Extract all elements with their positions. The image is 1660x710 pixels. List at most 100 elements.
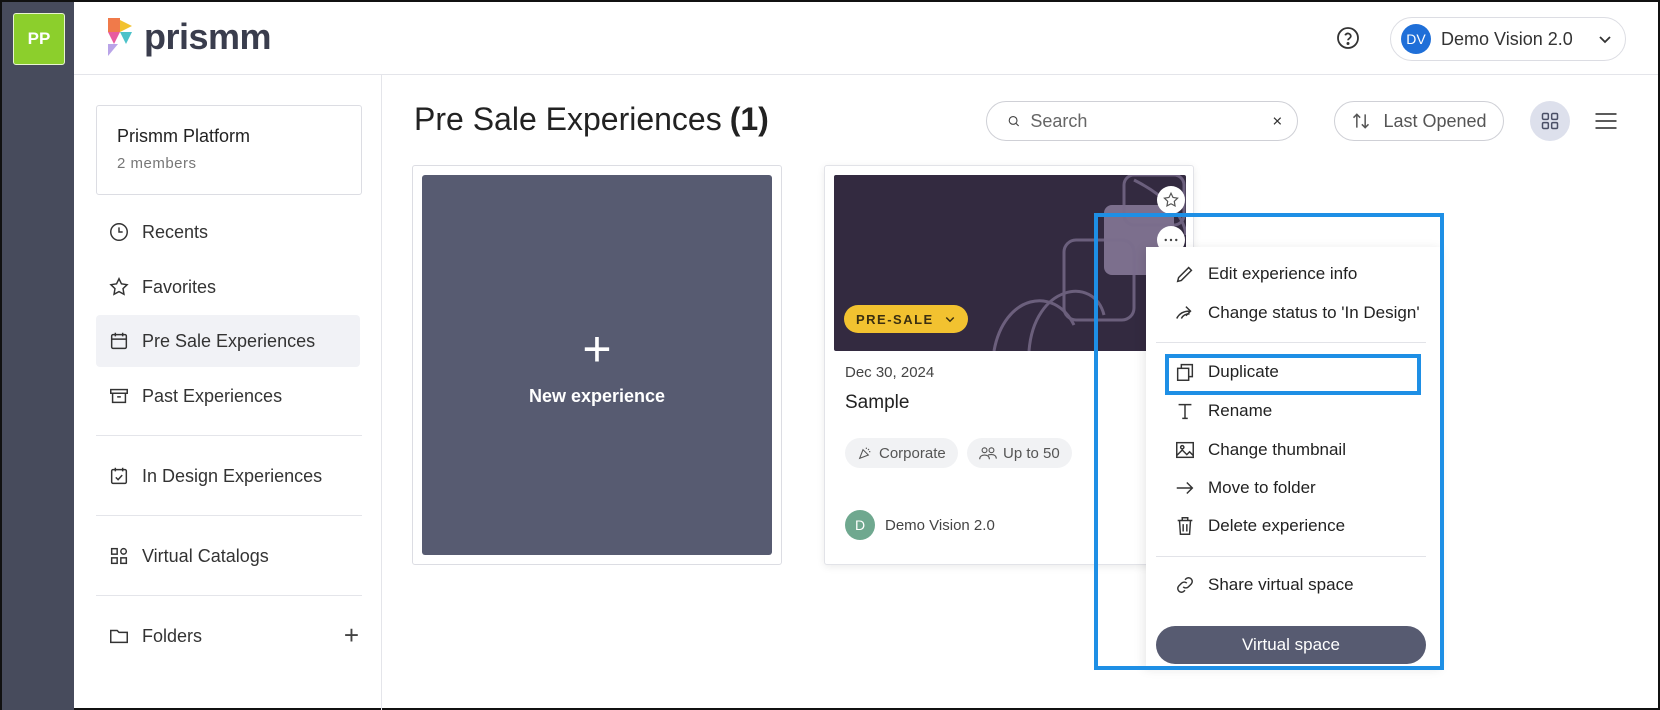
share-arrow-icon [1176, 306, 1192, 319]
menu-item-label: Change status to 'In Design' [1208, 303, 1420, 322]
new-experience-label: New experience [528, 385, 666, 406]
user-avatar: DV [1401, 24, 1431, 54]
add-folder-icon[interactable]: + [344, 620, 359, 651]
grid-shapes-icon [110, 547, 128, 565]
menu-item-rename[interactable]: Rename [1146, 392, 1442, 430]
menu-item-label: Move to folder [1208, 478, 1316, 497]
tag-capacity: Up to 50 [967, 438, 1072, 468]
user-name: Demo Vision 2.0 [1441, 28, 1573, 49]
sidebar-item-favorites[interactable]: Favorites [96, 261, 360, 313]
org-members: 2 members [117, 155, 197, 172]
copy-icon [1176, 363, 1194, 381]
sidebar-item-recents[interactable]: Recents [96, 206, 360, 258]
main-content: Pre Sale Experiences(1) Last Opened + Ne… [382, 75, 1658, 710]
sidebar-item-virtual-catalogs[interactable]: Virtual Catalogs [96, 530, 360, 582]
menu-item-edit-info[interactable]: Edit experience info [1146, 255, 1442, 293]
grid-view-icon [1541, 112, 1559, 130]
star-icon [109, 277, 129, 296]
sidebar-item-label: Recents [142, 221, 209, 242]
calendar-check-icon [110, 467, 128, 485]
menu-item-share[interactable]: Share virtual space [1146, 566, 1442, 604]
workspace-badge[interactable]: PP [13, 13, 65, 65]
chevron-down-icon [1599, 36, 1611, 44]
experience-count: (1) [729, 101, 769, 137]
status-dropdown[interactable]: PRE-SALE [844, 305, 968, 333]
close-icon[interactable] [1272, 113, 1283, 129]
menu-divider [1156, 556, 1426, 557]
folder-icon [110, 629, 128, 644]
org-name: Prismm Platform [117, 126, 251, 146]
calendar-icon [110, 332, 128, 350]
help-icon[interactable] [1336, 26, 1360, 50]
page-title-text: Pre Sale Experiences [414, 101, 722, 137]
sidebar-item-label: In Design Experiences [142, 465, 323, 486]
workspace-rail: PP [2, 2, 74, 710]
menu-item-move-to-folder[interactable]: Move to folder [1146, 469, 1442, 507]
search-icon [1008, 116, 1020, 127]
menu-item-delete[interactable]: Delete experience [1146, 507, 1442, 545]
chevron-down-icon [945, 316, 955, 323]
sidebar-item-label: Favorites [142, 276, 217, 297]
sidebar-item-in-design[interactable]: In Design Experiences [96, 450, 360, 502]
menu-item-label: Edit experience info [1208, 264, 1358, 283]
sort-label: Last Opened [1383, 110, 1487, 131]
menu-item-label: Rename [1208, 401, 1273, 420]
tag-label: Up to 50 [1003, 444, 1060, 462]
experience-context-menu: Edit experience info Change status to 'I… [1146, 247, 1442, 667]
grid-view-button[interactable] [1530, 101, 1570, 141]
menu-item-change-thumbnail[interactable]: Change thumbnail [1146, 431, 1442, 469]
sidebar: Prismm Platform 2 members Recents Favori… [74, 75, 382, 710]
plus-icon: + [582, 320, 612, 377]
sidebar-divider [96, 515, 362, 516]
owner-name: Demo Vision 2.0 [885, 516, 995, 534]
party-popper-icon [858, 447, 871, 460]
new-experience-card[interactable]: + New experience [412, 165, 782, 565]
sidebar-item-label: Past Experiences [142, 385, 283, 406]
virtual-space-button[interactable]: Virtual space [1156, 626, 1426, 664]
archive-icon [110, 388, 128, 404]
menu-divider [1156, 342, 1426, 343]
user-menu-button[interactable]: DV Demo Vision 2.0 [1390, 17, 1626, 61]
experience-name: Sample [845, 392, 910, 413]
image-icon [1176, 441, 1194, 459]
status-label: PRE-SALE [856, 311, 934, 327]
experience-owner: D Demo Vision 2.0 [845, 510, 995, 540]
sidebar-divider [96, 595, 362, 596]
sidebar-divider [96, 435, 362, 436]
tag-label: Corporate [879, 444, 946, 462]
logo[interactable]: prismm [104, 16, 272, 58]
experience-card[interactable]: PRE-SALE Dec 30, 2024 Sample Corporate U… [824, 165, 1194, 565]
list-view-icon[interactable] [1592, 107, 1620, 135]
logo-text: prismm [144, 16, 272, 57]
page-title: Pre Sale Experiences (1) [414, 101, 769, 138]
sort-button[interactable]: Last Opened [1334, 101, 1504, 141]
search-box [986, 101, 1298, 141]
sidebar-item-pre-sale[interactable]: Pre Sale Experiences [96, 315, 360, 367]
menu-item-change-status[interactable]: Change status to 'In Design' [1146, 294, 1442, 332]
pencil-icon [1176, 266, 1193, 283]
favorite-button[interactable] [1157, 186, 1185, 214]
sidebar-item-label: Pre Sale Experiences [142, 330, 316, 351]
trash-icon [1177, 517, 1193, 535]
sidebar-item-past[interactable]: Past Experiences [96, 370, 360, 422]
arrow-right-icon [1176, 481, 1194, 495]
search-input[interactable] [1030, 110, 1263, 132]
clock-icon [110, 223, 128, 241]
prismm-logo-icon [108, 18, 132, 56]
text-icon [1178, 403, 1192, 420]
users-icon [979, 447, 997, 460]
top-bar: prismm DV Demo Vision 2.0 [74, 2, 1658, 75]
sidebar-item-label: Virtual Catalogs [142, 545, 269, 566]
new-experience-tile: + New experience [422, 175, 772, 555]
sidebar-item-folders[interactable]: Folders [96, 610, 360, 662]
menu-item-label: Change thumbnail [1208, 440, 1346, 459]
tag-corporate: Corporate [845, 438, 958, 468]
star-icon [1163, 191, 1179, 208]
menu-item-label: Share virtual space [1208, 575, 1354, 594]
experience-thumbnail: PRE-SALE [834, 175, 1186, 351]
owner-avatar: D [845, 510, 875, 540]
menu-item-duplicate[interactable]: Duplicate [1146, 353, 1442, 391]
menu-item-label: Duplicate [1208, 362, 1279, 381]
sort-arrows-icon [1353, 113, 1370, 129]
org-card[interactable]: Prismm Platform 2 members [96, 105, 362, 195]
